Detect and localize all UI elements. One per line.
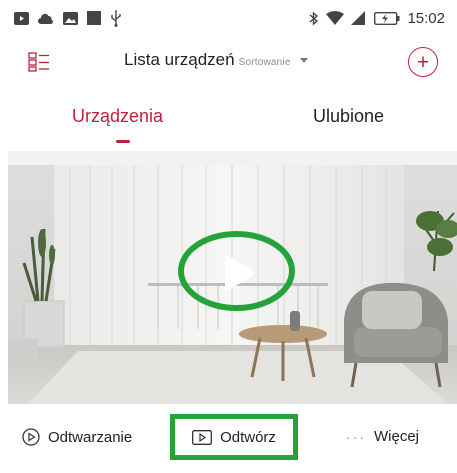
more-button[interactable]: ··· Więcej	[346, 428, 419, 445]
sort-label: Sortowanie	[238, 57, 291, 68]
active-tab-indicator	[116, 140, 130, 143]
status-left	[14, 9, 122, 27]
wifi-icon	[326, 11, 345, 25]
open-play-label: Odtwórz	[220, 428, 276, 446]
battery-icon	[374, 11, 400, 25]
status-right: 15:02	[309, 10, 445, 27]
more-label: Więcej	[374, 428, 420, 445]
add-device-button[interactable]: +	[408, 47, 438, 77]
cloud-icon	[38, 13, 53, 24]
playback-button[interactable]: Odtwarzanie	[22, 428, 132, 446]
bluetooth-icon	[309, 10, 319, 26]
playback-icon	[22, 428, 40, 446]
video-icon	[14, 11, 29, 25]
status-bar: 15:02	[0, 0, 457, 36]
square-icon	[87, 11, 101, 25]
more-dots-icon: ···	[346, 428, 366, 445]
signal-icon	[351, 11, 366, 25]
title-area: Lista urządzeń Sortowanie	[124, 50, 308, 70]
video-preview[interactable]	[8, 151, 457, 404]
status-time: 15:02	[407, 9, 445, 27]
open-play-button[interactable]: Odtwórz	[170, 414, 298, 460]
tab-devices[interactable]: Urządzenia	[72, 106, 163, 127]
header: Lista urządzeń Sortowanie +	[0, 42, 457, 82]
list-view-icon[interactable]	[28, 52, 50, 72]
play-icon[interactable]	[221, 254, 255, 292]
action-bar: Odtwarzanie Odtwórz ··· Więcej	[0, 404, 457, 473]
chevron-down-icon	[299, 58, 308, 63]
sort-dropdown[interactable]: Sortowanie	[239, 57, 308, 68]
play-box-icon	[192, 429, 213, 445]
page-title: Lista urządzeń	[124, 50, 235, 69]
playback-label: Odtwarzanie	[48, 428, 133, 446]
tab-bar: Urządzenia Ulubione	[0, 100, 457, 146]
usb-icon	[111, 9, 121, 27]
plus-icon: +	[416, 50, 430, 74]
tab-favorites[interactable]: Ulubione	[313, 106, 384, 127]
image-icon	[63, 11, 78, 25]
